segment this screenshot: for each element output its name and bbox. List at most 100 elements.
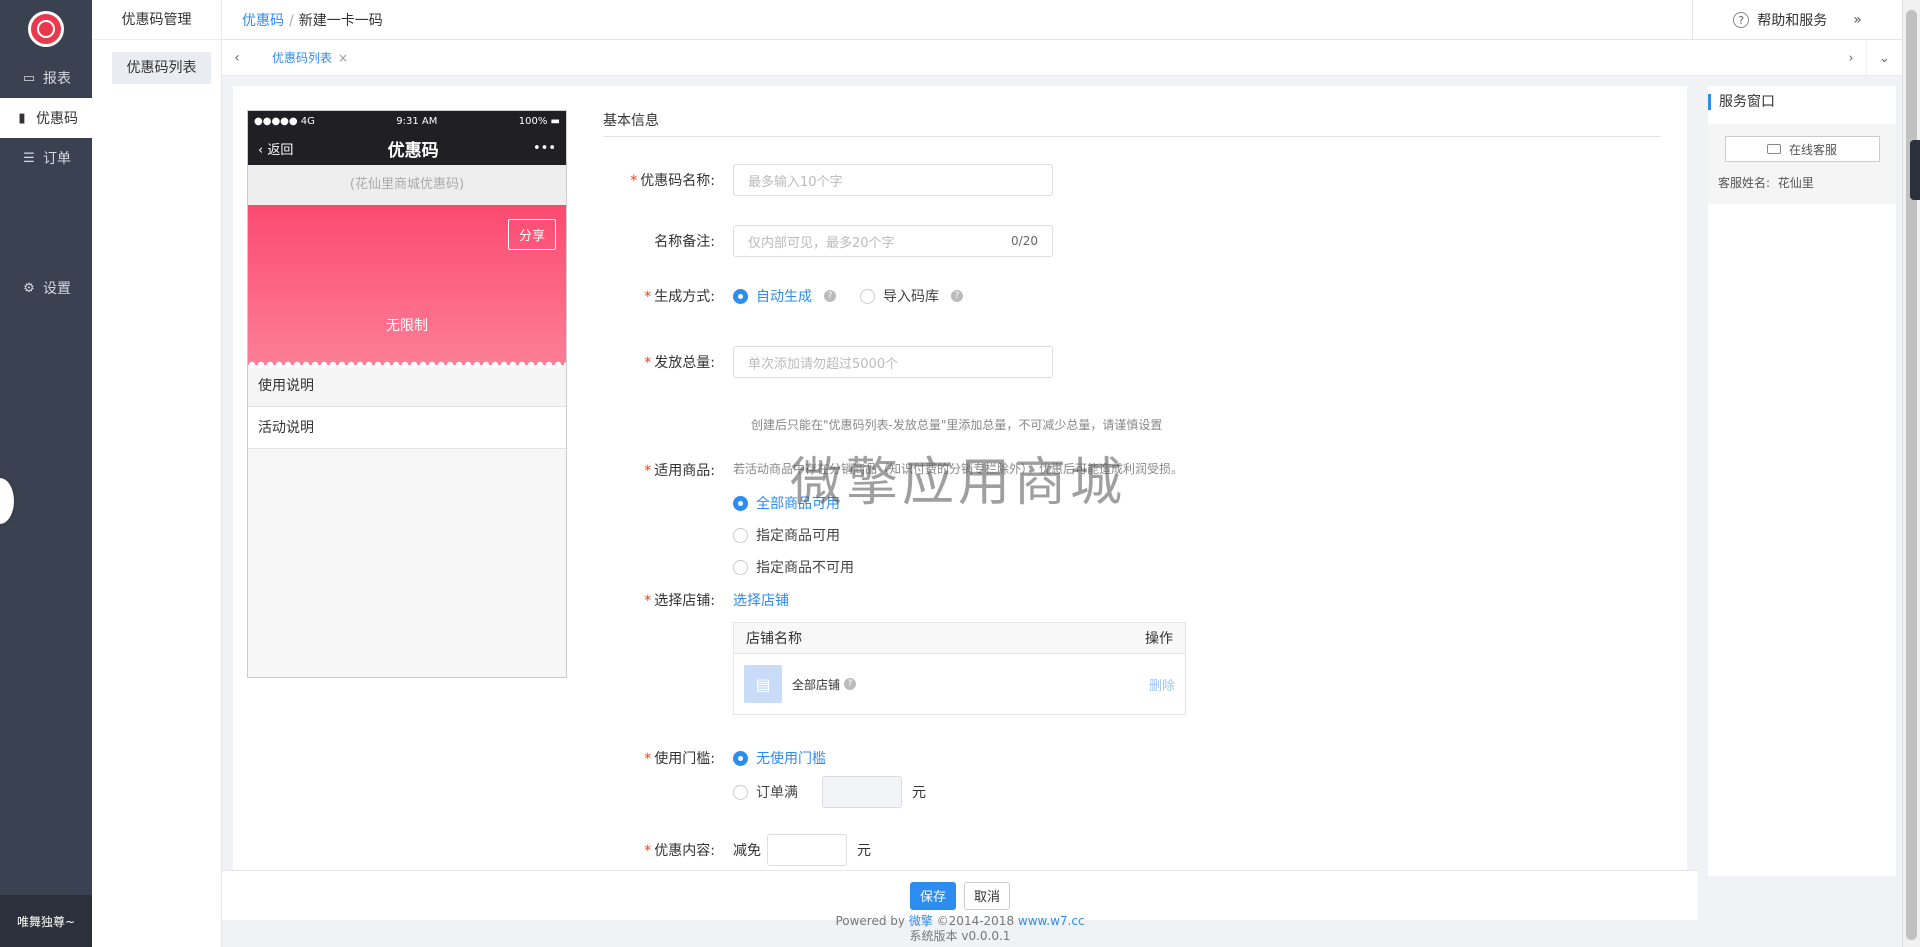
- sidebar-item-report[interactable]: ▭ 报表: [0, 58, 92, 98]
- phone-back: ‹ 返回: [258, 142, 294, 158]
- chevron-left-icon[interactable]: ‹: [222, 50, 252, 66]
- top-header: 优惠码 / 新建一卡一码 ? 帮助和服务 »: [222, 0, 1902, 40]
- phone-row-activity: 活动说明: [248, 407, 566, 449]
- action-bar: 保存 取消: [222, 870, 1698, 920]
- radio-no-threshold[interactable]: 无使用门槛: [733, 748, 902, 768]
- coupon-name-input[interactable]: 最多输入10个字: [733, 164, 1053, 196]
- store-name: 全部店铺: [792, 677, 841, 692]
- double-chevron-right-icon[interactable]: »: [1853, 12, 1862, 28]
- phone-row-usage: 使用说明: [248, 365, 566, 407]
- field-total: * 发放总量: 单次添加请勿超过5000个: [603, 346, 1053, 378]
- field-remark: 名称备注: 仅内部可见，最多20个字 0/20: [603, 225, 1053, 257]
- remark-input[interactable]: 仅内部可见，最多20个字 0/20: [733, 225, 1053, 257]
- brand-link[interactable]: 微擎: [909, 914, 933, 928]
- battery-indicator: 100% ▬: [518, 115, 560, 127]
- tab-coupon-list[interactable]: 优惠码列表 ×: [260, 43, 361, 72]
- radio-order-min[interactable]: 订单满: [733, 782, 798, 802]
- question-icon: ?: [1733, 12, 1750, 28]
- scallop-edge: [248, 361, 566, 369]
- coupon-card: 分享 无限制: [248, 205, 566, 369]
- service-title: 服务窗口: [1708, 94, 1896, 110]
- online-service-button[interactable]: 在线客服: [1724, 136, 1880, 162]
- breadcrumb-link[interactable]: 优惠码: [242, 13, 284, 29]
- discount-input[interactable]: [767, 834, 847, 866]
- logo[interactable]: [28, 11, 64, 47]
- cancel-button[interactable]: 取消: [964, 881, 1010, 910]
- total-input[interactable]: 单次添加请勿超过5000个: [733, 346, 1053, 378]
- field-label: * 生成方式:: [644, 289, 715, 305]
- phone-nav-bar: ‹ 返回 优惠码 •••: [248, 131, 566, 165]
- help-and-service[interactable]: ? 帮助和服务 »: [1692, 0, 1902, 40]
- side-widget[interactable]: [1910, 140, 1920, 200]
- breadcrumb-current: 新建一卡一码: [298, 12, 383, 29]
- more-icon: •••: [532, 140, 556, 156]
- page-scrollbar[interactable]: [1902, 0, 1920, 947]
- field-label: * 优惠内容:: [644, 843, 715, 859]
- help-icon: ?: [824, 290, 836, 302]
- phone-status-bar: ●●●●● 4G 9:31 AM 100% ▬: [248, 111, 566, 131]
- subnav-item-coupon-list[interactable]: 优惠码列表: [112, 52, 211, 84]
- phone-time: 9:31 AM: [396, 115, 438, 127]
- subnav-title: 优惠码管理: [92, 0, 221, 40]
- column-header: 店铺名称: [746, 631, 802, 647]
- order-icon: ☰: [23, 150, 35, 166]
- sidebar-item-label: 报表: [43, 71, 71, 87]
- user-name[interactable]: 唯舞独尊~: [0, 895, 92, 947]
- unit-label: 元: [912, 785, 926, 801]
- radio-all-goods[interactable]: 全部商品可用: [733, 493, 1159, 513]
- phone-preview: ●●●●● 4G 9:31 AM 100% ▬ ‹ 返回 优惠码 ••• (花仙…: [247, 110, 567, 678]
- select-store-link[interactable]: 选择店铺: [733, 590, 1186, 610]
- sidebar-item-label: 优惠码: [36, 111, 78, 127]
- field-label: * 适用商品:: [644, 463, 715, 479]
- discount-prefix: 减免: [733, 843, 761, 859]
- close-icon[interactable]: ×: [338, 51, 348, 65]
- bar-chart-icon: ▮: [18, 110, 26, 126]
- field-name: * 优惠码名称: 最多输入10个字: [603, 164, 1053, 196]
- field-discount: * 优惠内容: 减免 元: [603, 834, 871, 866]
- main-sidebar: ▭ 报表 ▮ 优惠码 ☰ 订单 ⚙ 设置 唯舞独尊~: [0, 0, 92, 947]
- radio-import-codes[interactable]: 导入码库?: [860, 286, 963, 306]
- chevron-right-icon[interactable]: ›: [1836, 51, 1866, 66]
- field-goods: * 适用商品: 若活动商品中存在分销商品（知识付费的分销专栏除外），优惠后可能造成…: [603, 460, 1183, 577]
- column-header: 操作: [1145, 631, 1173, 647]
- chevron-down-icon[interactable]: ⌄: [1866, 40, 1902, 76]
- sidebar-nav: ▭ 报表 ▮ 优惠码 ☰ 订单: [0, 58, 92, 178]
- save-button[interactable]: 保存: [910, 881, 956, 910]
- page-footer: Powered by 微擎 ©2014-2018 www.w7.cc 系统版本 …: [222, 914, 1698, 944]
- report-icon: ▭: [22, 70, 36, 86]
- help-icon: ?: [844, 678, 857, 690]
- goods-hint: 若活动商品中存在分销商品（知识付费的分销专栏除外），优惠后可能造成利润受损。: [733, 462, 1184, 476]
- breadcrumb: 优惠码 / 新建一卡一码: [222, 10, 383, 30]
- sub-sidebar: 优惠码管理 优惠码列表: [92, 0, 222, 947]
- field-store: * 选择店铺: 选择店铺 店铺名称 操作 ▤ 全部店铺? 删除: [603, 590, 1186, 715]
- unit-label: 元: [857, 843, 871, 859]
- char-count: 0/20: [1011, 234, 1038, 248]
- sidebar-item-settings[interactable]: ⚙ 设置: [0, 268, 92, 308]
- field-label: * 使用门槛:: [644, 751, 715, 767]
- radio-auto-generate[interactable]: 自动生成?: [733, 286, 836, 306]
- total-hint-row: 创建后只能在"优惠码列表-发放总量"里添加总量，不可减少总量，请谨慎设置: [751, 416, 1162, 433]
- field-gen-method: * 生成方式: 自动生成? 导入码库?: [603, 286, 987, 306]
- service-agent: 客服姓名: 花仙里: [1718, 176, 1814, 190]
- sidebar-item-order[interactable]: ☰ 订单: [0, 138, 92, 178]
- radio-specified-goods[interactable]: 指定商品可用: [733, 525, 1159, 545]
- signal-indicator: ●●●●● 4G: [254, 115, 315, 127]
- coupon-form: 基本信息 * 优惠码名称: 最多输入10个字 名称备注: 仅内部可见，最多20个字…: [603, 110, 1661, 866]
- store-table: 店铺名称 操作 ▤ 全部店铺? 删除: [733, 622, 1186, 715]
- service-box: 在线客服 客服姓名: 花仙里: [1708, 124, 1896, 204]
- field-label: 名称备注:: [654, 234, 715, 250]
- sidebar-item-label: 订单: [43, 151, 71, 167]
- sidebar-item-label: 设置: [43, 281, 71, 297]
- order-min-input[interactable]: [822, 776, 902, 808]
- site-link[interactable]: www.w7.cc: [1018, 914, 1085, 928]
- chat-icon: [1766, 144, 1781, 154]
- gear-icon: ⚙: [23, 280, 35, 296]
- radio-excluded-goods[interactable]: 指定商品不可用: [733, 557, 1159, 577]
- coupon-card-label: 无限制: [386, 318, 428, 334]
- tab-label: 优惠码列表: [272, 50, 333, 65]
- store-table-header: 店铺名称 操作: [734, 623, 1185, 654]
- tabs-bar: ‹ 优惠码列表 × › ⌄: [222, 40, 1902, 76]
- delete-link[interactable]: 删除: [1149, 675, 1175, 694]
- sidebar-item-coupon[interactable]: ▮ 优惠码: [0, 98, 92, 138]
- breadcrumb-separator: /: [289, 12, 294, 29]
